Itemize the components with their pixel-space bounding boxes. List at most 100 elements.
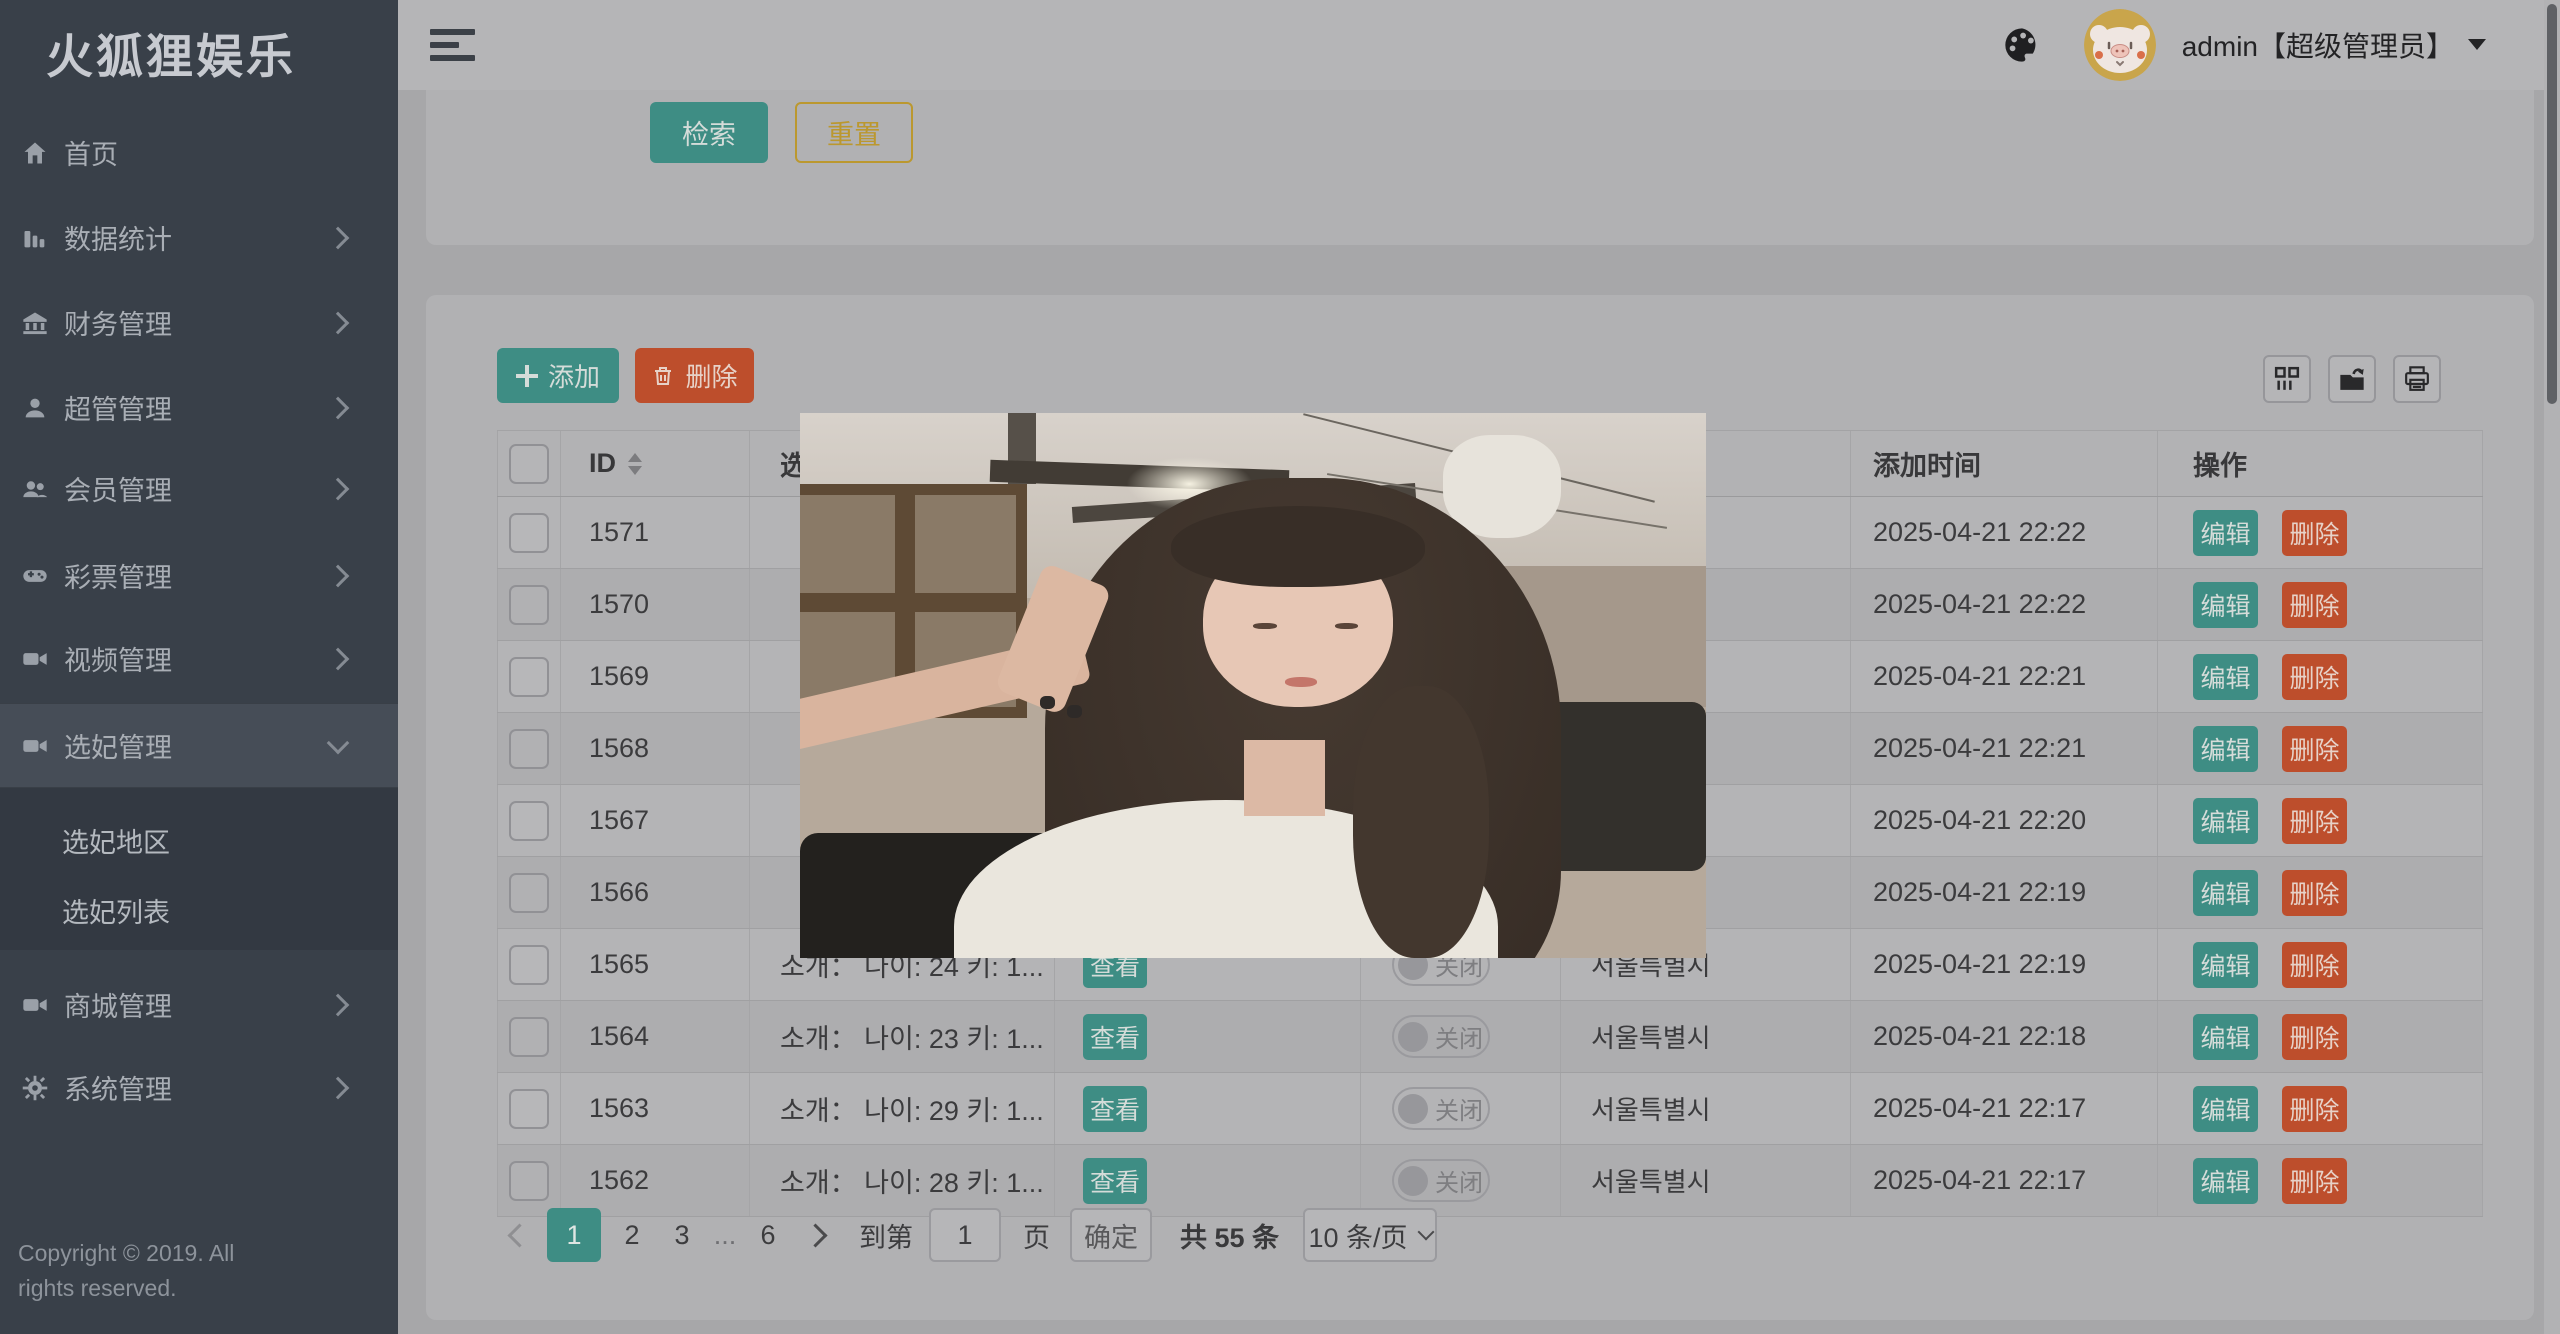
cell-city: 서울특별시 — [1561, 1145, 1851, 1216]
pagination-prev[interactable] — [497, 1227, 541, 1244]
chevron-down-icon — [327, 731, 350, 754]
sidebar-item-mall[interactable]: 商城管理 — [0, 962, 398, 1047]
cell-id: 1564 — [561, 1001, 750, 1072]
sidebar-item-system[interactable]: 系统管理 — [0, 1045, 398, 1130]
sidebar-item-label: 视频管理 — [64, 639, 172, 678]
scrollbar-thumb[interactable] — [2547, 4, 2557, 404]
row-checkbox[interactable] — [509, 801, 549, 841]
sidebar-subitem-list[interactable]: 选妃列表 — [0, 875, 398, 945]
batch-delete-button[interactable]: 删除 — [635, 348, 754, 403]
reset-button[interactable]: 重置 — [795, 102, 913, 163]
status-toggle[interactable]: 关闭 — [1392, 1159, 1490, 1202]
row-checkbox[interactable] — [509, 873, 549, 913]
edit-button[interactable]: 编辑 — [2193, 582, 2258, 628]
row-checkbox[interactable] — [509, 1017, 549, 1057]
search-button[interactable]: 检索 — [650, 102, 768, 163]
chevron-right-icon — [327, 311, 350, 334]
row-checkbox[interactable] — [509, 657, 549, 697]
table-row: 1564 소개： 나이: 23 키: 1... 查看 关闭 서울특별시 2025… — [497, 1001, 2483, 1073]
row-delete-button[interactable]: 删除 — [2282, 654, 2347, 700]
view-button[interactable]: 查看 — [1083, 1014, 1147, 1060]
row-delete-button[interactable]: 删除 — [2282, 1086, 2347, 1132]
sidebar-item-members[interactable]: 会员管理 — [0, 446, 398, 531]
edit-button[interactable]: 编辑 — [2193, 798, 2258, 844]
goto-page-input[interactable] — [929, 1208, 1001, 1262]
edit-button[interactable]: 编辑 — [2193, 1158, 2258, 1204]
topbar-right: admin【超级管理员】 — [2002, 9, 2560, 81]
toggle-knob — [1398, 1166, 1428, 1196]
row-delete-button[interactable]: 删除 — [2282, 798, 2347, 844]
view-button[interactable]: 查看 — [1083, 1158, 1147, 1204]
row-checkbox[interactable] — [509, 1089, 549, 1129]
sidebar-item-lottery[interactable]: 彩票管理 — [0, 533, 398, 618]
header-id: ID — [589, 448, 616, 479]
edit-button[interactable]: 编辑 — [2193, 942, 2258, 988]
cell-time: 2025-04-21 22:22 — [1851, 497, 2158, 568]
export-button[interactable] — [2328, 355, 2376, 403]
pagination-page-2[interactable]: 2 — [607, 1220, 657, 1251]
row-delete-button[interactable]: 删除 — [2282, 582, 2347, 628]
sidebar-item-label: 超管管理 — [64, 388, 172, 427]
hamburger-menu-icon[interactable] — [430, 29, 476, 61]
user-dropdown[interactable]: admin【超级管理员】 — [2182, 25, 2454, 65]
status-toggle[interactable]: 关闭 — [1392, 1015, 1490, 1058]
edit-button[interactable]: 编辑 — [2193, 510, 2258, 556]
edit-button[interactable]: 编辑 — [2193, 1014, 2258, 1060]
row-checkbox[interactable] — [509, 1161, 549, 1201]
view-button[interactable]: 查看 — [1083, 1086, 1147, 1132]
toggle-knob — [1398, 1094, 1428, 1124]
sidebar-item-label: 商城管理 — [64, 985, 172, 1024]
sidebar-item-label: 会员管理 — [64, 469, 172, 508]
cell-id: 1566 — [561, 857, 750, 928]
pagination-page-1[interactable]: 1 — [547, 1208, 601, 1262]
sidebar-item-stats[interactable]: 数据统计 — [0, 195, 398, 280]
row-checkbox[interactable] — [509, 585, 549, 625]
pagination-page-6[interactable]: 6 — [743, 1220, 793, 1251]
add-button[interactable]: 添加 — [497, 348, 619, 403]
row-delete-button[interactable]: 删除 — [2282, 510, 2347, 556]
status-toggle[interactable]: 关闭 — [1392, 1087, 1490, 1130]
row-checkbox[interactable] — [509, 945, 549, 985]
caret-down-icon — [2468, 39, 2486, 59]
row-delete-button[interactable]: 删除 — [2282, 1158, 2347, 1204]
row-checkbox[interactable] — [509, 513, 549, 553]
copyright-text: Copyright © 2019. All rights reserved. — [18, 1236, 268, 1306]
pagination-page-3[interactable]: 3 — [657, 1220, 707, 1251]
goto-confirm-button[interactable]: 确定 — [1070, 1208, 1152, 1262]
search-panel: 检索 重置 — [426, 90, 2534, 245]
pagination-next[interactable] — [793, 1227, 837, 1244]
sidebar-item-consort[interactable]: 选妃管理 — [0, 703, 398, 788]
edit-button[interactable]: 编辑 — [2193, 726, 2258, 772]
page-size-select[interactable]: 10 条/页 — [1303, 1208, 1437, 1262]
bank-icon — [20, 308, 50, 338]
row-delete-button[interactable]: 删除 — [2282, 942, 2347, 988]
row-delete-button[interactable]: 删除 — [2282, 870, 2347, 916]
columns-filter-button[interactable] — [2263, 355, 2311, 403]
sort-icon[interactable] — [628, 453, 642, 475]
edit-button[interactable]: 编辑 — [2193, 654, 2258, 700]
edit-button[interactable]: 编辑 — [2193, 870, 2258, 916]
cell-time: 2025-04-21 22:21 — [1851, 713, 2158, 784]
sidebar-subitem-label: 选妃列表 — [62, 891, 170, 930]
edit-button[interactable]: 编辑 — [2193, 1086, 2258, 1132]
sidebar-item-finance[interactable]: 财务管理 — [0, 280, 398, 365]
print-button[interactable] — [2393, 355, 2441, 403]
sidebar-subitem-region[interactable]: 选妃地区 — [0, 805, 398, 875]
cell-time: 2025-04-21 22:19 — [1851, 857, 2158, 928]
sidebar-item-video[interactable]: 视频管理 — [0, 616, 398, 701]
sidebar: 火狐狸娱乐 首页 数据统计 财务管理 超管管理 — [0, 0, 398, 1334]
select-all-checkbox[interactable] — [509, 444, 549, 484]
chevron-right-icon — [327, 564, 350, 587]
theme-palette-icon[interactable] — [2002, 25, 2042, 65]
photo-preview-overlay[interactable] — [800, 413, 1706, 958]
cell-id: 1565 — [561, 929, 750, 1000]
sidebar-item-superadmin[interactable]: 超管管理 — [0, 365, 398, 450]
row-checkbox[interactable] — [509, 729, 549, 769]
row-delete-button[interactable]: 删除 — [2282, 1014, 2347, 1060]
sidebar-item-home[interactable]: 首页 — [0, 110, 398, 195]
goto-suffix-label: 页 — [1023, 1216, 1050, 1255]
cell-id: 1570 — [561, 569, 750, 640]
user-avatar[interactable] — [2084, 9, 2156, 81]
row-delete-button[interactable]: 删除 — [2282, 726, 2347, 772]
trash-icon — [651, 364, 675, 388]
